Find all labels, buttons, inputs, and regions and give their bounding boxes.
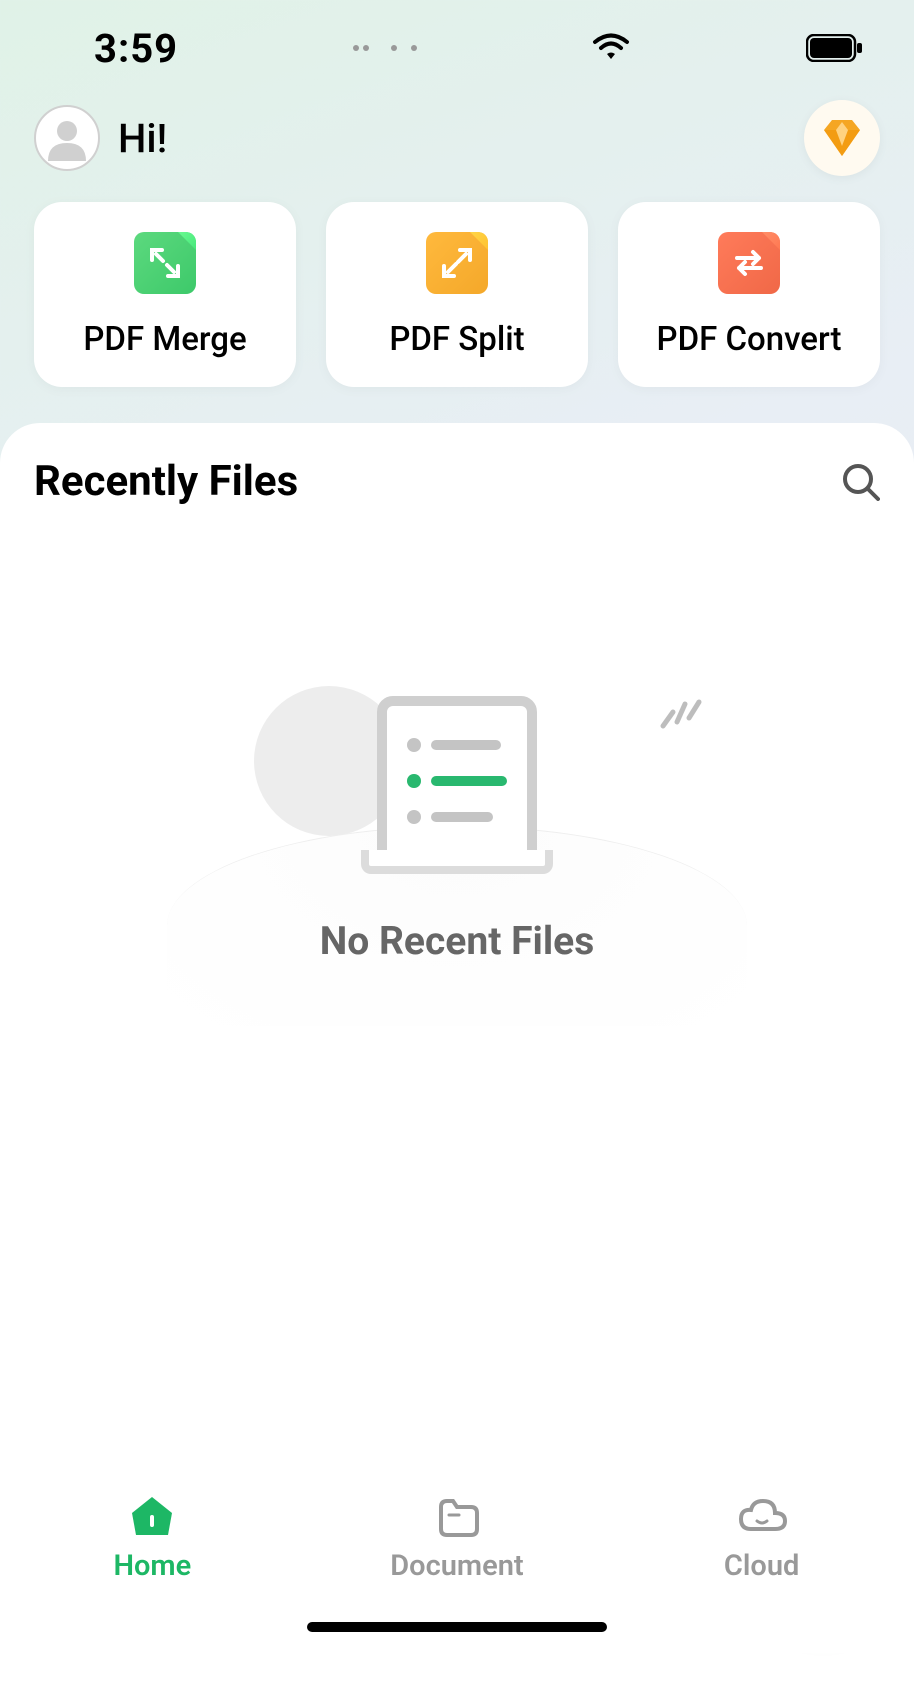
document-icon	[433, 1493, 481, 1539]
premium-badge[interactable]	[804, 100, 880, 176]
tool-label: PDF Merge	[83, 320, 246, 359]
signal-dots-icon	[353, 45, 369, 51]
empty-state: No Recent Files	[34, 696, 880, 964]
section-title: Recently Files	[34, 457, 298, 506]
greeting-text: Hi!	[118, 115, 167, 162]
search-icon[interactable]	[842, 463, 880, 501]
nav-cloud[interactable]: Cloud	[662, 1493, 862, 1583]
avatar[interactable]	[34, 105, 100, 171]
home-indicator[interactable]	[307, 1622, 607, 1632]
diamond-icon	[818, 118, 866, 158]
nav-home[interactable]: Home	[52, 1493, 252, 1583]
nav-label: Cloud	[724, 1549, 799, 1583]
battery-icon	[806, 34, 864, 62]
status-bar: 3:59	[0, 0, 914, 80]
tool-cards: PDF Merge PDF Split PDF Convert	[0, 196, 914, 417]
person-icon	[42, 113, 92, 163]
wifi-icon	[591, 33, 631, 63]
empty-document-icon	[377, 696, 537, 866]
pdf-merge-card[interactable]: PDF Merge	[34, 202, 296, 387]
status-indicators	[353, 45, 417, 51]
status-time: 3:59	[94, 25, 178, 72]
tool-label: PDF Split	[389, 320, 524, 359]
empty-text: No Recent Files	[320, 918, 595, 964]
cloud-icon	[735, 1493, 789, 1539]
pdf-split-card[interactable]: PDF Split	[326, 202, 588, 387]
split-icon	[426, 232, 488, 294]
home-icon	[128, 1493, 176, 1539]
header: Hi!	[0, 80, 914, 196]
spark-icon	[655, 688, 705, 734]
nav-document[interactable]: Document	[357, 1493, 557, 1583]
convert-icon	[718, 232, 780, 294]
tool-label: PDF Convert	[657, 320, 842, 359]
section-header: Recently Files	[34, 457, 880, 506]
pdf-convert-card[interactable]: PDF Convert	[618, 202, 880, 387]
nav-label: Home	[113, 1549, 191, 1583]
merge-icon	[134, 232, 196, 294]
nav-label: Document	[390, 1549, 523, 1583]
